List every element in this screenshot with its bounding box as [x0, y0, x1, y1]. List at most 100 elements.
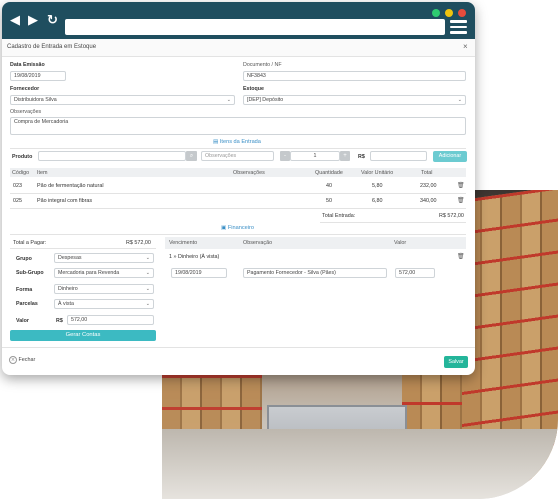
chevron-down-icon: ⌄: [145, 255, 150, 261]
row-quantidade: 40: [326, 183, 332, 189]
data-emissao-label: Data Emissão: [10, 62, 45, 68]
subgrupo-select[interactable]: Mercadoria para Revenda ⌄: [54, 268, 154, 278]
itens-section-title: ▤ Itens da Entrada: [213, 139, 261, 145]
fechar-label: Fechar: [18, 357, 36, 363]
quantidade-plus-button[interactable]: +: [340, 151, 350, 161]
modal-close-icon[interactable]: ×: [463, 42, 468, 51]
valor-currency: R$: [56, 318, 63, 324]
parcela-observacao-input[interactable]: Pagamento Fornecedor - Silva (Pães): [243, 268, 387, 278]
col-quantidade: Quantidade: [315, 170, 343, 176]
divider: [10, 234, 466, 235]
modal-titlebar: Cadastro de Entrada em Estoque ×: [2, 39, 475, 57]
financeiro-section-label: Financeiro: [227, 225, 254, 231]
produto-input[interactable]: [38, 151, 186, 161]
row-codigo: 023: [13, 183, 22, 189]
currency-label: R$: [358, 154, 365, 160]
fornecedor-select[interactable]: Distribuidora Silva ⌄: [10, 95, 235, 105]
fornecedor-label: Fornecedor: [10, 86, 40, 92]
financeiro-section-title: ▣ Financeiro: [221, 225, 254, 231]
grupo-value: Despesas: [58, 255, 82, 261]
row-total: 340,00: [420, 198, 437, 204]
row-item: Pão integral com fibras: [37, 198, 93, 204]
total-pagar-label: Total a Pagar:: [13, 240, 47, 246]
col-codigo: Código: [12, 170, 30, 176]
valor-label: Valor: [16, 318, 29, 324]
divider: [320, 222, 466, 223]
parcelas-select[interactable]: À vista ⌄: [54, 299, 154, 309]
browser-chrome: ◀ ▶ ↻: [2, 2, 475, 39]
row-divider: [10, 193, 466, 194]
back-arrow-icon[interactable]: ◀: [10, 14, 20, 27]
fechar-button[interactable]: × Fechar: [9, 356, 35, 364]
forma-value: Dinheiro: [58, 286, 78, 292]
window-dot-yellow[interactable]: [445, 9, 453, 17]
produto-search-button[interactable]: ⌕: [186, 151, 197, 161]
chevron-down-icon: ⌄: [226, 97, 231, 103]
trash-icon[interactable]: 🗑: [457, 182, 465, 189]
item-observacoes-input[interactable]: Observações: [201, 151, 274, 161]
col-observacoes: Observações: [233, 170, 265, 176]
total-pagar-value: R$ 572,00: [126, 240, 151, 246]
window-dot-green[interactable]: [432, 9, 440, 17]
row-divider: [10, 208, 466, 209]
produto-label: Produto: [12, 154, 33, 160]
window-dot-red[interactable]: [458, 9, 466, 17]
close-circle-icon: ×: [9, 356, 17, 364]
trash-icon[interactable]: 🗑: [457, 253, 465, 260]
observacoes-textarea[interactable]: Compra de Mercadoria: [10, 117, 466, 135]
subgrupo-label: Sub-Grupo: [16, 270, 44, 276]
hamburger-menu-icon[interactable]: [450, 20, 467, 34]
gerar-contas-button[interactable]: Gerar Contas: [10, 330, 156, 341]
quantidade-minus-button[interactable]: -: [280, 151, 290, 161]
estoque-select[interactable]: [DEP] Depósito ⌄: [243, 95, 466, 105]
trash-icon[interactable]: 🗑: [457, 197, 465, 204]
warehouse-floor: [162, 429, 558, 499]
col-total: Total: [421, 170, 433, 176]
parcela-valor-input[interactable]: 572,00: [395, 268, 435, 278]
chevron-down-icon: ⌄: [457, 97, 462, 103]
divider: [10, 148, 466, 149]
chevron-down-icon: ⌄: [145, 301, 150, 307]
address-bar[interactable]: [65, 19, 445, 35]
row-codigo: 025: [13, 198, 22, 204]
forward-arrow-icon[interactable]: ▶: [28, 14, 38, 27]
list-icon: ▤: [213, 139, 219, 145]
data-emissao-input[interactable]: 19/08/2019: [10, 71, 66, 81]
row-quantidade: 50: [326, 198, 332, 204]
parcelas-label: Parcelas: [16, 301, 38, 307]
row-total: 232,00: [420, 183, 437, 189]
parcelas-table-header: [165, 237, 466, 249]
grupo-select[interactable]: Despesas ⌄: [54, 253, 154, 263]
search-icon: ⌕: [189, 153, 194, 159]
total-entrada-label: Total Entrada:: [322, 213, 356, 219]
browser-window: ◀ ▶ ↻ Cadastro de Entrada em Estoque × D…: [2, 2, 475, 375]
salvar-button[interactable]: Salvar: [444, 356, 468, 368]
documento-label: Documento / NF: [243, 62, 282, 68]
estoque-value: [DEP] Depósito: [247, 97, 284, 103]
forma-select[interactable]: Dinheiro ⌄: [54, 284, 154, 294]
col-observacao: Observação: [243, 240, 273, 246]
col-vencimento: Vencimento: [169, 240, 198, 246]
chevron-down-icon: ⌄: [145, 270, 150, 276]
col-valor: Valor: [394, 240, 407, 246]
col-valor-unitario: Valor Unitário: [361, 170, 394, 176]
reload-icon[interactable]: ↻: [47, 14, 58, 27]
modal-title: Cadastro de Entrada em Estoque: [7, 44, 97, 50]
money-icon: ▣: [221, 225, 227, 231]
valor-input[interactable]: 572,00: [67, 315, 154, 325]
documento-input[interactable]: NF3843: [243, 71, 466, 81]
estoque-label: Estoque: [243, 86, 264, 92]
parcela-vencimento-input[interactable]: 19/08/2019: [171, 268, 227, 278]
adicionar-button[interactable]: Adicionar: [433, 151, 467, 162]
itens-section-label: Itens da Entrada: [219, 139, 261, 145]
page: ◀ ▶ ↻ Cadastro de Entrada em Estoque × D…: [0, 0, 558, 499]
row-valor: 6,80: [372, 198, 383, 204]
col-item: Item: [37, 170, 48, 176]
parcelas-value: À vista: [58, 301, 74, 307]
parcela-title: 1 » Dinheiro (À vista): [169, 254, 220, 260]
divider: [10, 248, 156, 249]
valor-unitario-input[interactable]: [370, 151, 427, 161]
forma-label: Forma: [16, 287, 33, 293]
subgrupo-value: Mercadoria para Revenda: [58, 270, 120, 276]
quantidade-input[interactable]: 1: [290, 151, 340, 161]
